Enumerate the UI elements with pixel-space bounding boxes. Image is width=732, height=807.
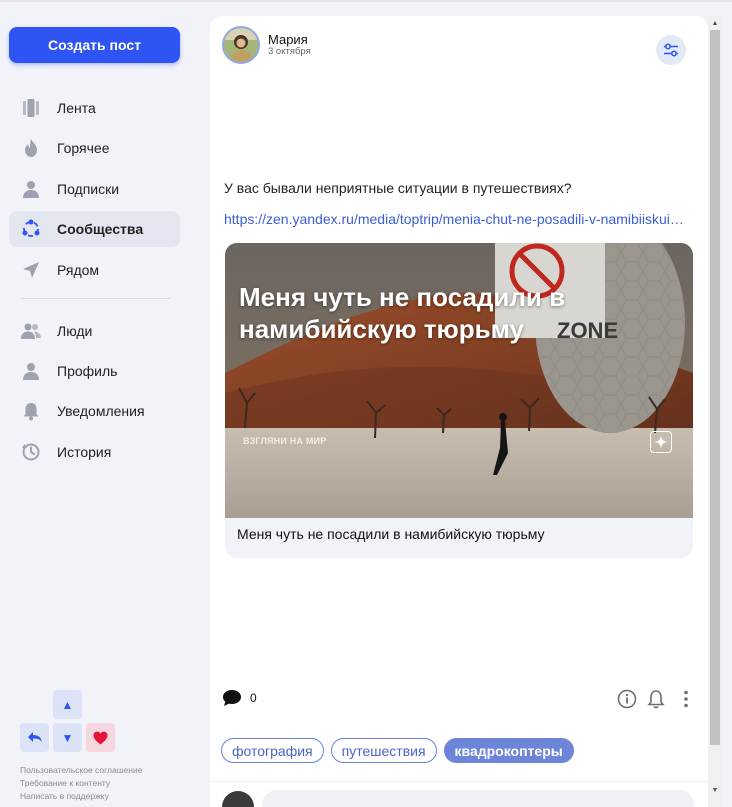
tag-list: фотография путешествия квадрокоптеры [221,738,574,763]
feed-icon [21,98,41,118]
history-icon [21,442,41,462]
info-button[interactable] [616,688,638,710]
sidebar-item-label: Горячее [57,140,110,157]
communities-icon [21,219,41,239]
post-date: 3 октября [268,46,311,57]
comments-button[interactable]: 0 [222,689,257,707]
navigation-arrows: ▲ ▼ [20,690,120,752]
avatar [222,791,254,807]
user-agreement-link[interactable]: Пользовательское соглашение [20,764,142,777]
sliders-icon [663,43,679,57]
sidebar-item-notifications[interactable]: Уведомления [9,393,180,429]
avatar[interactable] [222,26,260,64]
sidebar-item-label: Подписки [57,180,120,197]
create-post-button[interactable]: Создать пост [9,27,180,63]
scroll-up-button[interactable]: ▲ [53,690,82,719]
notify-button[interactable] [645,688,667,710]
like-button[interactable] [86,723,115,752]
bell-icon [21,401,41,421]
content-requirements-link[interactable]: Требование к контенту [20,777,142,790]
person-icon [21,361,41,381]
card-divider [210,781,708,782]
comment-icon [222,689,242,707]
sidebar-item-nearby[interactable]: Рядом [9,252,180,288]
preview-overlay-title: Меня чуть не посадили в намибийскую тюрь… [239,282,566,344]
people-icon [21,321,41,341]
info-icon [617,689,637,709]
tag-photography[interactable]: фотография [221,738,324,763]
tag-quadcopters[interactable]: квадрокоптеры [443,738,574,763]
sidebar-item-label: Люди [57,322,93,339]
sidebar-item-label: Уведомления [57,403,145,420]
post-card: Мария 3 октября У вас бывали неприятные … [210,16,708,807]
scroll-down-button[interactable]: ▼ [53,723,82,752]
flame-icon [21,138,41,158]
sidebar-item-label: Профиль [57,362,118,379]
sidebar-item-label: Сообщества [57,221,144,238]
settings-button[interactable] [656,35,686,65]
support-link[interactable]: Написать в поддержку [20,790,142,803]
zen-logo-icon [650,431,672,453]
sidebar-item-label: История [57,443,112,460]
person-icon [21,179,41,199]
scrollbar-thumb[interactable] [710,30,720,745]
sidebar-item-label: Лента [57,100,96,116]
bell-icon [647,689,665,709]
post-link[interactable]: https://zen.yandex.ru/media/toptrip/meni… [224,211,686,227]
author-name[interactable]: Мария [268,32,308,47]
sidebar-item-communities[interactable]: Сообщества [9,211,180,248]
post-text: У вас бывали неприятные ситуации в путеш… [224,180,572,196]
back-arrow-icon [27,731,43,745]
back-button[interactable] [20,723,49,752]
sidebar-item-profile[interactable]: Профиль [9,353,180,389]
sidebar-item-subscriptions[interactable]: Подписки [9,171,180,207]
more-button[interactable] [675,688,697,710]
nav-divider [21,297,170,299]
sidebar-nav: Лента Горячее Подписки Сообщества Рядом … [9,90,180,474]
footer-links: Пользовательское соглашение Требование к… [20,764,142,803]
link-preview[interactable]: ZONE Меня чуть не посадили в намибийскую… [225,243,693,558]
top-border [0,0,732,2]
heart-icon [93,731,108,745]
preview-caption: Меня чуть не посадили в намибийскую тюрь… [237,526,545,542]
more-vertical-icon [683,690,689,708]
scroll-down-arrow-icon[interactable]: ▼ [708,783,722,797]
scrollbar[interactable]: ▲ ▼ [708,16,722,807]
tag-travel[interactable]: путешествия [330,738,437,763]
comment-input[interactable] [262,790,694,807]
sidebar-item-people[interactable]: Люди [9,313,180,349]
sidebar-item-feed[interactable]: Лента [9,90,180,126]
comment-count: 0 [250,691,257,705]
preview-channel-label: ВЗГЛЯНИ НА МИР [243,436,327,446]
sidebar-item-hot[interactable]: Горячее [9,130,180,166]
sidebar-item-label: Рядом [57,261,100,278]
sidebar-item-history[interactable]: История [9,434,180,470]
scroll-up-arrow-icon[interactable]: ▲ [708,16,722,30]
location-arrow-icon [21,260,41,280]
